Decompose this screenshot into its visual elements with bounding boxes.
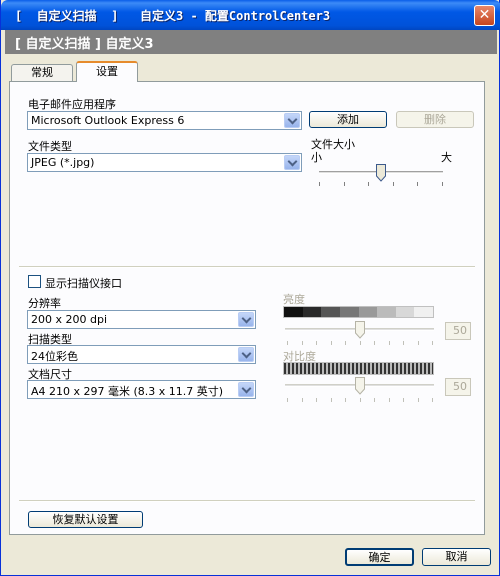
- slider-tick: [331, 341, 332, 345]
- delete-button-label: 删除: [424, 113, 446, 126]
- slider-tick: [432, 341, 433, 345]
- file-type-label: 文件类型: [28, 140, 72, 153]
- add-button[interactable]: 添加: [309, 111, 387, 128]
- brightness-gradient: [283, 306, 434, 318]
- slider-tick: [418, 398, 419, 402]
- brightness-value-field[interactable]: 50: [445, 322, 471, 340]
- file-size-slider-ticks: [319, 182, 443, 186]
- resolution-label: 分辨率: [28, 297, 61, 310]
- slider-tick: [389, 341, 390, 345]
- file-size-slider-thumb[interactable]: [376, 164, 386, 182]
- slider-tick: [417, 182, 418, 186]
- resolution-select[interactable]: 200 x 200 dpi: [27, 310, 256, 329]
- slider-tick: [287, 341, 288, 345]
- contrast-slider-ticks: [287, 398, 433, 402]
- cancel-button-label: 取消: [445, 550, 468, 563]
- chevron-down-icon: [238, 347, 254, 362]
- slider-tick: [316, 398, 317, 402]
- chevron-down-icon: [238, 382, 254, 397]
- header-banner: [ 自定义扫描 ] 自定义3: [5, 30, 497, 54]
- show-scanner-interface-label: 显示扫描仪接口: [45, 277, 122, 290]
- bottom-divider: [19, 500, 475, 502]
- slider-tick: [403, 341, 404, 345]
- add-button-label: 添加: [337, 113, 359, 126]
- banner-title: [ 自定义扫描 ] 自定义3: [15, 37, 154, 52]
- cancel-button[interactable]: 取消: [422, 548, 491, 566]
- slider-tick: [360, 398, 361, 402]
- chevron-down-icon: [238, 312, 254, 327]
- tab-general[interactable]: 常规: [11, 64, 73, 81]
- slider-tick: [393, 182, 394, 186]
- slider-tick: [374, 398, 375, 402]
- config-window: [ 自定义扫描 ] 自定义3 - 配置ControlCenter3 ✕ [ 自定…: [0, 0, 500, 576]
- contrast-slider-thumb[interactable]: [355, 377, 365, 395]
- delete-button[interactable]: 删除: [396, 111, 474, 128]
- file-size-min-label: 小: [311, 151, 322, 164]
- close-button[interactable]: ✕: [474, 5, 495, 26]
- slider-tick: [403, 398, 404, 402]
- chevron-down-icon: [284, 113, 300, 128]
- slider-tick: [331, 398, 332, 402]
- brightness-label: 亮度: [283, 293, 305, 306]
- contrast-value: 50: [453, 380, 467, 393]
- scan-type-value: 24位彩色: [31, 350, 78, 363]
- show-scanner-interface-checkbox[interactable]: [28, 275, 41, 288]
- contrast-pattern: [283, 362, 434, 375]
- slider-tick: [418, 341, 419, 345]
- contrast-value-field[interactable]: 50: [445, 378, 471, 396]
- close-icon: ✕: [478, 7, 491, 23]
- slider-tick: [360, 341, 361, 345]
- slider-tick: [319, 182, 320, 186]
- brightness-slider-thumb[interactable]: [355, 321, 365, 339]
- slider-tick: [432, 398, 433, 402]
- resolution-value: 200 x 200 dpi: [31, 313, 108, 326]
- ok-button[interactable]: 确定: [345, 548, 414, 566]
- slider-tick: [302, 398, 303, 402]
- slider-tick: [316, 341, 317, 345]
- slider-tick: [345, 398, 346, 402]
- slider-tick: [442, 182, 443, 186]
- email-app-label: 电子邮件应用程序: [28, 98, 116, 111]
- tab-settings-label: 设置: [96, 65, 118, 78]
- scan-type-select[interactable]: 24位彩色: [27, 345, 256, 364]
- slider-tick: [287, 398, 288, 402]
- slider-tick: [344, 182, 345, 186]
- slider-tick: [368, 182, 369, 186]
- brightness-value: 50: [453, 324, 467, 337]
- document-size-value: A4 210 x 297 毫米 (8.3 x 11.7 英寸): [31, 385, 224, 398]
- email-app-value: Microsoft Outlook Express 6: [31, 114, 185, 127]
- file-type-select[interactable]: JPEG (*.jpg): [27, 153, 302, 172]
- section-divider: [19, 266, 475, 268]
- email-app-select[interactable]: Microsoft Outlook Express 6: [27, 111, 302, 130]
- window-title: [ 自定义扫描 ] 自定义3 - 配置ControlCenter3: [15, 9, 331, 23]
- slider-tick: [345, 341, 346, 345]
- document-size-select[interactable]: A4 210 x 297 毫米 (8.3 x 11.7 英寸): [27, 380, 256, 399]
- tab-settings[interactable]: 设置: [76, 61, 138, 82]
- ok-button-label: 确定: [368, 551, 391, 564]
- tab-general-label: 常规: [31, 66, 53, 79]
- file-size-max-label: 大: [441, 151, 452, 164]
- brightness-slider-ticks: [287, 341, 433, 345]
- slider-tick: [302, 341, 303, 345]
- file-type-value: JPEG (*.jpg): [31, 156, 95, 169]
- slider-tick: [389, 398, 390, 402]
- chevron-down-icon: [284, 155, 300, 170]
- restore-defaults-label: 恢复默认设置: [52, 513, 119, 526]
- restore-defaults-button[interactable]: 恢复默认设置: [28, 511, 143, 528]
- slider-tick: [374, 341, 375, 345]
- title-bar: [ 自定义扫描 ] 自定义3 - 配置ControlCenter3 ✕: [1, 0, 500, 30]
